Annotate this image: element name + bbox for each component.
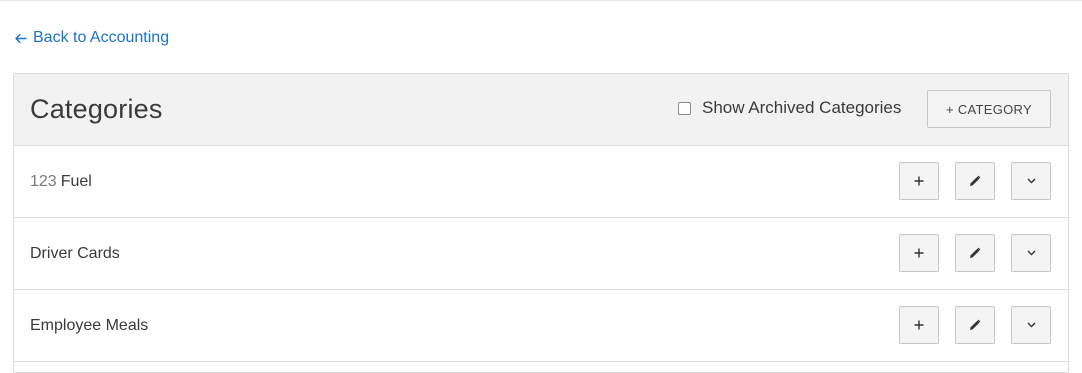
expand-category-button[interactable] bbox=[1011, 234, 1051, 272]
arrow-left-icon bbox=[15, 33, 27, 43]
panel-header: Categories Show Archived Categories + CA… bbox=[14, 74, 1068, 146]
category-label: Driver Cards bbox=[30, 245, 120, 263]
pencil-icon bbox=[970, 175, 981, 186]
row-actions bbox=[899, 234, 1051, 272]
categories-panel: Categories Show Archived Categories + CA… bbox=[13, 73, 1069, 373]
add-subcategory-button[interactable] bbox=[899, 234, 939, 272]
top-divider bbox=[0, 0, 1082, 1]
category-name: Driver Cards bbox=[30, 244, 120, 262]
plus-icon bbox=[914, 176, 924, 186]
pencil-icon bbox=[970, 319, 981, 330]
category-label: 123 Fuel bbox=[30, 173, 92, 191]
chevron-down-icon bbox=[1027, 250, 1035, 256]
category-list: 123 Fuel Driver Cards Employee Meals bbox=[14, 146, 1068, 362]
category-row: Driver Cards bbox=[14, 218, 1068, 290]
expand-category-button[interactable] bbox=[1011, 306, 1051, 344]
edit-category-button[interactable] bbox=[955, 162, 995, 200]
add-subcategory-button[interactable] bbox=[899, 306, 939, 344]
back-to-accounting-link[interactable]: Back to Accounting bbox=[14, 29, 169, 47]
category-name: Fuel bbox=[60, 172, 92, 190]
edit-category-button[interactable] bbox=[955, 234, 995, 272]
row-actions bbox=[899, 162, 1051, 200]
pencil-icon bbox=[970, 247, 981, 258]
category-row: Employee Meals bbox=[14, 290, 1068, 362]
plus-icon bbox=[914, 320, 924, 330]
category-name: Employee Meals bbox=[30, 316, 149, 334]
show-archived-label: Show Archived Categories bbox=[702, 98, 902, 117]
add-subcategory-button[interactable] bbox=[899, 162, 939, 200]
category-row: 123 Fuel bbox=[14, 146, 1068, 218]
add-category-button[interactable]: + CATEGORY bbox=[927, 90, 1051, 128]
category-label: Employee Meals bbox=[30, 317, 148, 335]
back-link-label: Back to Accounting bbox=[33, 29, 170, 46]
expand-category-button[interactable] bbox=[1011, 162, 1051, 200]
plus-icon bbox=[914, 248, 924, 258]
chevron-down-icon bbox=[1027, 178, 1035, 184]
show-archived-checkbox[interactable] bbox=[678, 101, 691, 115]
row-actions bbox=[899, 306, 1051, 344]
show-archived-toggle[interactable]: Show Archived Categories bbox=[678, 98, 901, 118]
edit-category-button[interactable] bbox=[955, 306, 995, 344]
page-title: Categories bbox=[30, 94, 163, 124]
chevron-down-icon bbox=[1027, 322, 1035, 328]
category-code: 123 bbox=[30, 172, 57, 190]
